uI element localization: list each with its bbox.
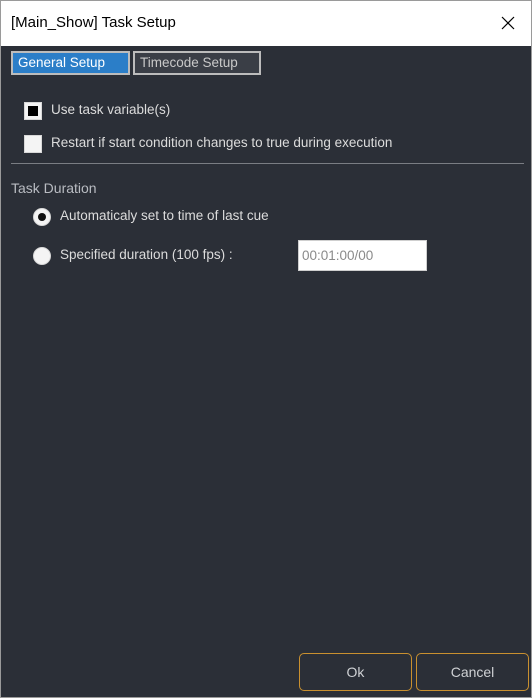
use-task-variable-checkbox[interactable] [24,102,42,120]
auto-duration-label: Automaticaly set to time of last cue [60,208,269,223]
auto-duration-radio[interactable] [33,208,51,226]
task-duration-title: Task Duration [11,180,97,196]
duration-input[interactable] [298,240,427,271]
close-icon [501,16,515,30]
ok-button[interactable]: Ok [299,653,412,691]
specified-duration-radio[interactable] [33,247,51,265]
restart-checkbox[interactable] [24,135,42,153]
radio-selected-dot [38,213,46,221]
specified-duration-label: Specified duration (100 fps) : [60,247,233,262]
title-bar: [Main_Show] Task Setup [1,1,531,46]
separator [11,163,524,164]
cancel-button[interactable]: Cancel [416,653,529,691]
restart-label: Restart if start condition changes to tr… [51,135,393,150]
tab-timecode-setup[interactable]: Timecode Setup [133,51,261,75]
use-task-variable-label: Use task variable(s) [51,102,171,117]
dialog-title: [Main_Show] Task Setup [11,14,176,31]
tab-general-setup[interactable]: General Setup [11,51,130,75]
close-button[interactable] [485,1,531,46]
checkbox-checked-mark [28,106,38,116]
task-setup-dialog: [Main_Show] Task Setup General Setup Tim… [0,0,532,698]
